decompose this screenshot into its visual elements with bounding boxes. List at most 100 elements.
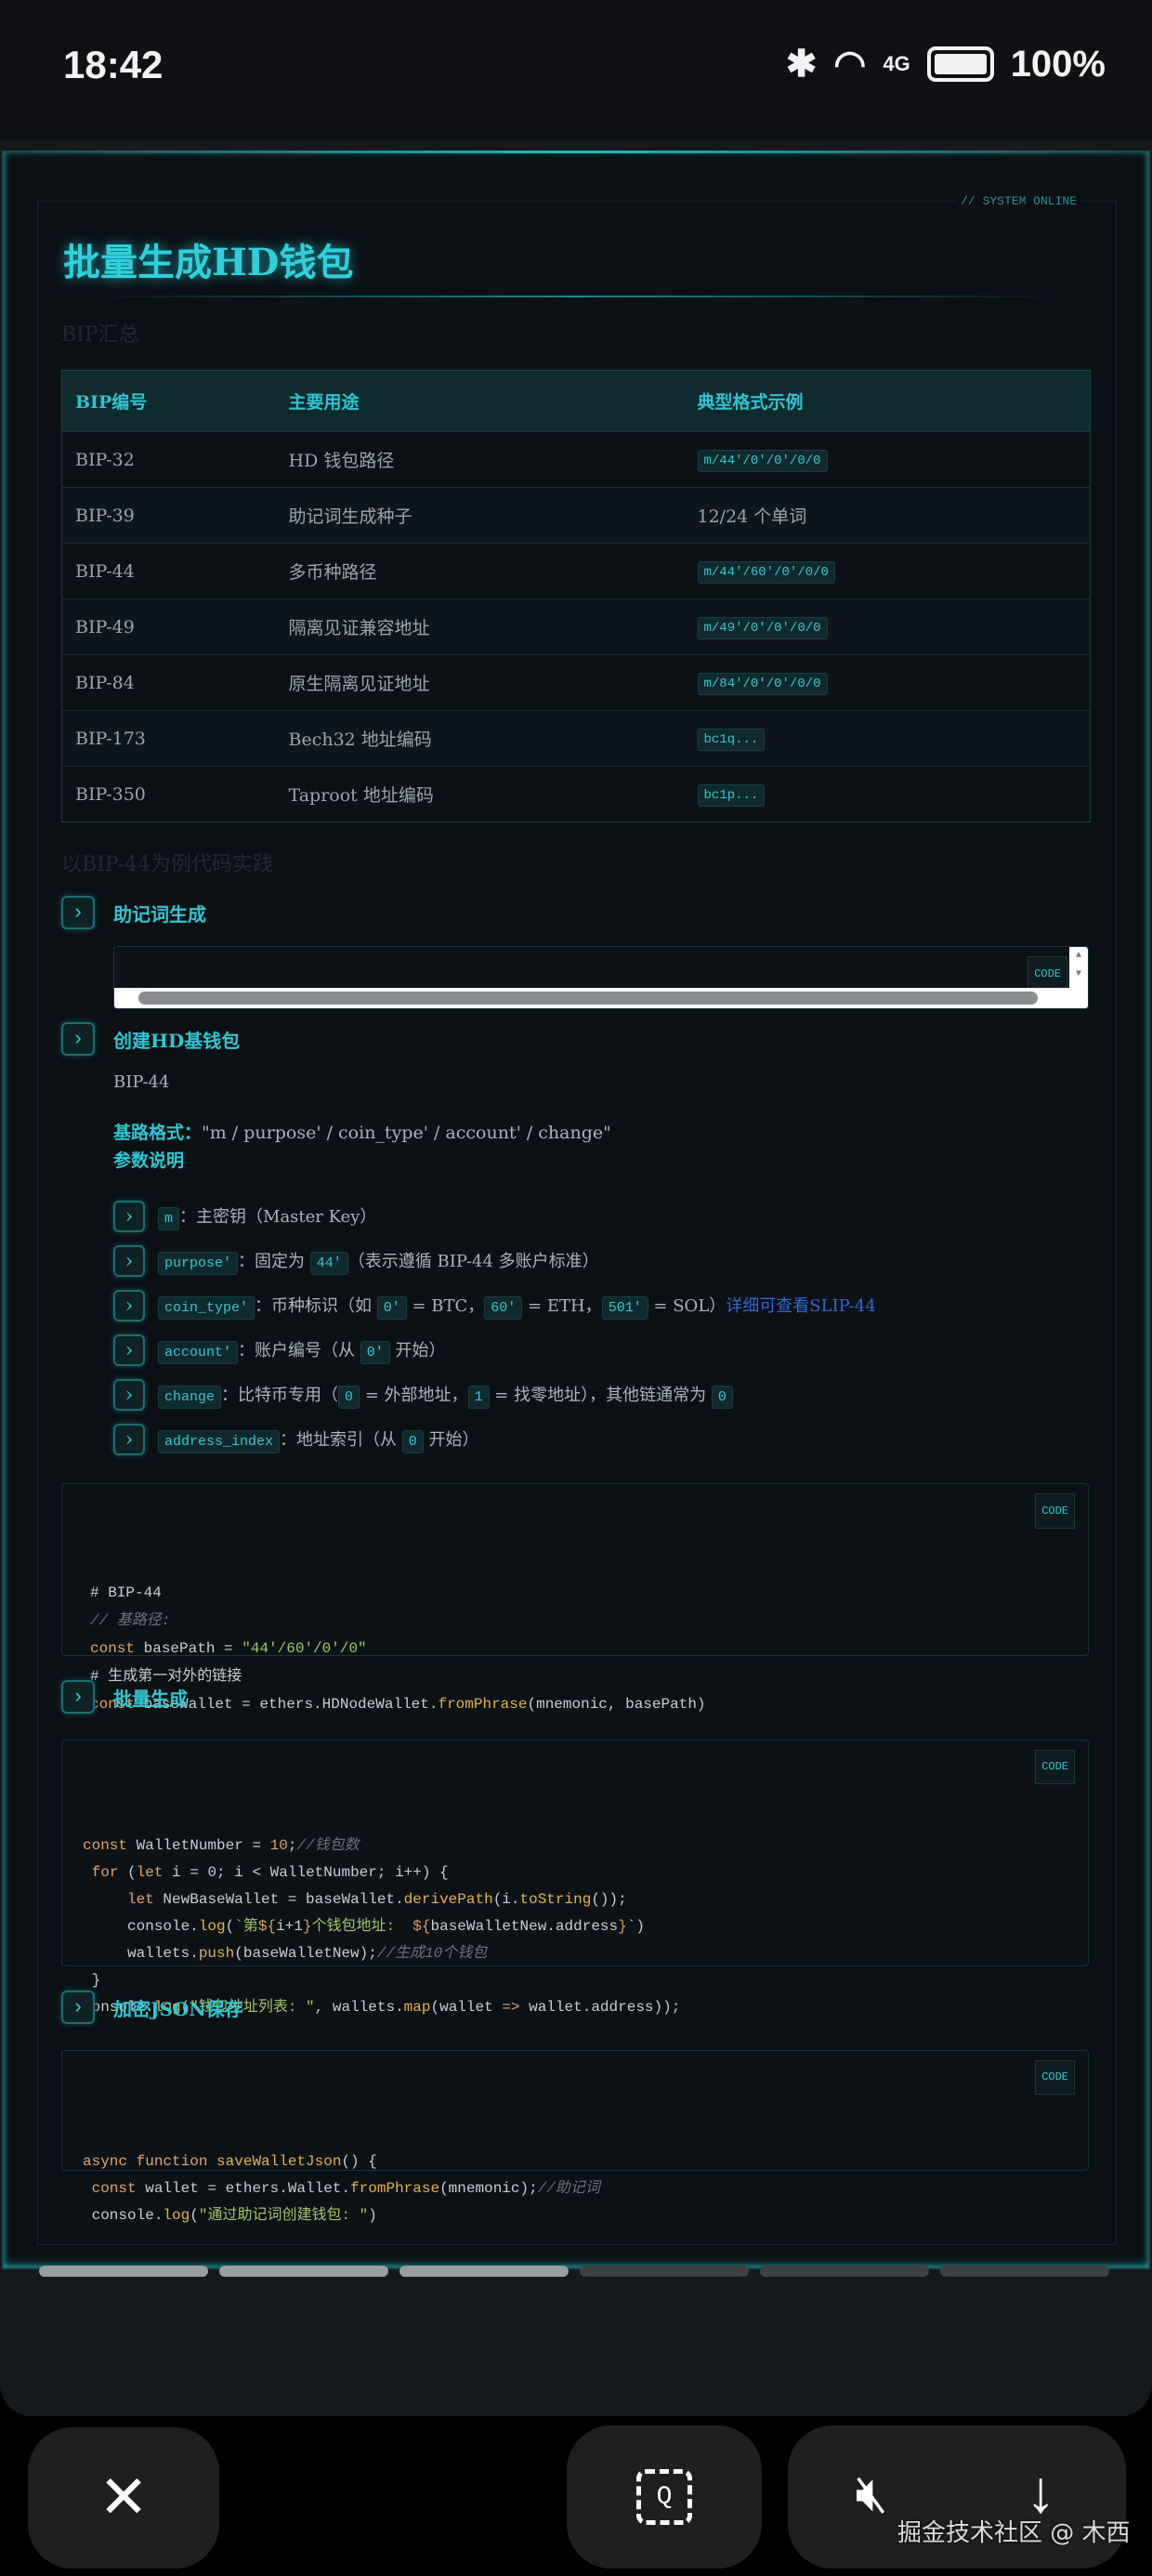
table-header: 典型格式示例 — [684, 370, 1091, 432]
story-viewer: // SYSTEM ONLINE 批量生成HD钱包 BIP汇总 BIP编号 主要… — [0, 139, 1152, 2416]
story-progress-segment — [940, 2266, 1109, 2277]
story-progress-segment — [39, 2266, 208, 2277]
code-line: let NewBaseWallet = baseWallet.derivePat… — [83, 1886, 1067, 1913]
code-text: (wallet — [430, 1999, 503, 2016]
mute-icon[interactable]: 🔇︎ — [856, 2467, 888, 2527]
chevron-right-icon: › — [61, 1991, 95, 2024]
param-desc: = ETH， — [522, 1295, 602, 1316]
param-code: 0 — [711, 1385, 733, 1409]
param-desc: ：主密钥（Master Key） — [179, 1206, 377, 1227]
code-text: (baseWalletNew); — [234, 1945, 377, 1962]
code-function: log — [163, 2207, 190, 2224]
code-text: } — [83, 1972, 101, 1989]
code-line: # BIP-44 — [90, 1579, 1060, 1607]
code-text: # BIP-44 — [90, 1584, 162, 1601]
code-text: wallet.address)); — [519, 1999, 681, 2016]
param-item: › account' ：账户编号（从 0' 开始） — [113, 1334, 446, 1366]
code-keyword: for — [91, 1864, 119, 1881]
code-keyword: const — [91, 2180, 137, 2197]
code-tag: CODE — [1028, 956, 1067, 992]
bip-number: BIP-173 — [61, 710, 276, 767]
param-desc: = SOL） — [648, 1295, 727, 1316]
chevron-right-icon[interactable]: › — [113, 1201, 145, 1232]
code-block-batch: CODE const WalletNumber = 10;//钱包数 for (… — [61, 1740, 1089, 2016]
chevron-right-icon[interactable]: › — [113, 1334, 145, 1366]
code-lines: # BIP-44 // 基路径: const basePath = "44'/60'… — [90, 1579, 1060, 1718]
horizontal-scrollbar[interactable] — [114, 988, 1088, 1008]
param-desc: 开始） — [389, 1340, 446, 1360]
code-text: , wallets. — [314, 1999, 404, 2016]
param-code: 0' — [376, 1295, 407, 1320]
bip-number: BIP-49 — [61, 598, 276, 655]
visual-search-button[interactable]: Q — [567, 2425, 762, 2569]
section-hd-wallet[interactable]: › 创建HD基钱包 — [61, 1022, 240, 1056]
bip-example: 12/24 个单词 — [684, 487, 1091, 544]
code-line: # 生成第一对外的链接 — [90, 1663, 1060, 1690]
bip-table: BIP编号 主要用途 典型格式示例 BIP-32 HD 钱包路径 m/44'/0'/… — [61, 370, 1091, 822]
chevron-right-icon[interactable]: › — [113, 1379, 145, 1411]
param-desc: ：账户编号（从 — [238, 1340, 360, 1360]
param-code: 0' — [360, 1340, 390, 1364]
section-batch[interactable]: › 批量生成 — [61, 1680, 188, 1714]
bip-example: m/84'/0'/0'/0/0 — [684, 654, 1091, 711]
param-code: 44' — [309, 1251, 348, 1275]
clock: 18:42 — [63, 43, 164, 86]
code-string: 个钱包地址: — [311, 1918, 413, 1935]
param-desc: ：固定为 — [238, 1251, 310, 1271]
bip-use: 隔离见证兼容地址 — [275, 598, 685, 655]
example-code: m/44'/60'/0'/0/0 — [697, 560, 835, 584]
chevron-right-icon[interactable]: › — [113, 1424, 145, 1455]
param-item: › purpose' ：固定为 44' （表示遵循 BIP-44 多账户标准） — [113, 1245, 599, 1277]
table-header: 主要用途 — [275, 370, 685, 432]
code-block-bip44: CODE # BIP-44 // 基路径: const basePath = "44… — [61, 1483, 1089, 1713]
code-keyword: => — [502, 1999, 520, 2016]
code-number: 10 — [269, 1837, 288, 1854]
code-keyword: const — [90, 1640, 136, 1657]
page-title: 批量生成HD钱包 — [63, 241, 354, 284]
example-code: m/44'/0'/0'/0/0 — [697, 449, 828, 472]
bip-use: Taproot 地址编码 — [275, 766, 685, 822]
param-desc: ：比特币专用（ — [221, 1385, 339, 1405]
scan-search-icon: Q — [636, 2469, 692, 2525]
code-keyword: async function — [83, 2153, 208, 2170]
code-function: toString — [519, 1891, 592, 1908]
section-title: 批量生成 — [113, 1687, 188, 1710]
code-comment: // 基路径: — [90, 1612, 171, 1629]
code-line: // 基路径: — [90, 1607, 1060, 1635]
section-mnemonic[interactable]: › 助记词生成 — [61, 896, 206, 929]
bluetooth-icon: ✱ — [785, 44, 818, 85]
chevron-right-icon[interactable]: › — [113, 1245, 145, 1277]
section-json[interactable]: › 加密JSON保存 — [61, 1991, 243, 2024]
code-text: ()); — [591, 1891, 627, 1908]
param-item: › m ：主密钥（Master Key） — [113, 1201, 376, 1232]
param-code: purpose' — [158, 1251, 239, 1275]
scrollbar-thumb[interactable] — [138, 992, 1038, 1005]
param-desc: （表示遵循 BIP-44 多账户标准） — [347, 1251, 599, 1271]
code-text: (mnemonic, basePath) — [527, 1696, 706, 1713]
params-heading: 参数说明 — [113, 1150, 185, 1171]
code-line: console.log(`第${i+1}个钱包地址: ${baseWalletN… — [83, 1913, 1067, 1940]
param-item: › address_index ：地址索引（从 0 开始） — [113, 1424, 479, 1455]
param-text: coin_type' ：币种标识（如 0' = BTC， 60' = ETH， 501… — [158, 1293, 876, 1320]
table-row: BIP-39 助记词生成种子 12/24 个单词 — [61, 487, 1091, 544]
bip-number: BIP-350 — [61, 766, 276, 822]
wifi-icon: ◠ — [833, 44, 867, 85]
code-tag: CODE — [1035, 1750, 1075, 1784]
code-text: wallet = ethers.Wallet. — [136, 2180, 351, 2197]
param-code: 60' — [484, 1295, 523, 1320]
close-button[interactable]: ✕ — [28, 2427, 219, 2569]
slip44-link[interactable]: 详细可查看SLIP-44 — [726, 1296, 876, 1316]
code-text: wallets. — [83, 1945, 199, 1962]
bip-use: 多币种路径 — [275, 543, 685, 599]
chevron-right-icon[interactable]: › — [113, 1290, 145, 1321]
param-item: › change ：比特币专用（ 0 = 外部地址， 1 = 找零地址），其他链通常为 … — [113, 1379, 733, 1411]
status-bar: 18:42 ✱ ◠ 4G 100% — [0, 0, 1152, 139]
param-code: 0 — [338, 1385, 360, 1409]
bip-use: 助记词生成种子 — [275, 487, 685, 544]
code-text: ; — [287, 1837, 297, 1854]
table-row: BIP-44 多币种路径 m/44'/60'/0'/0/0 — [61, 543, 1091, 599]
section-title: 创建HD基钱包 — [113, 1029, 241, 1052]
base-path-label: 基路格式： — [113, 1123, 203, 1143]
